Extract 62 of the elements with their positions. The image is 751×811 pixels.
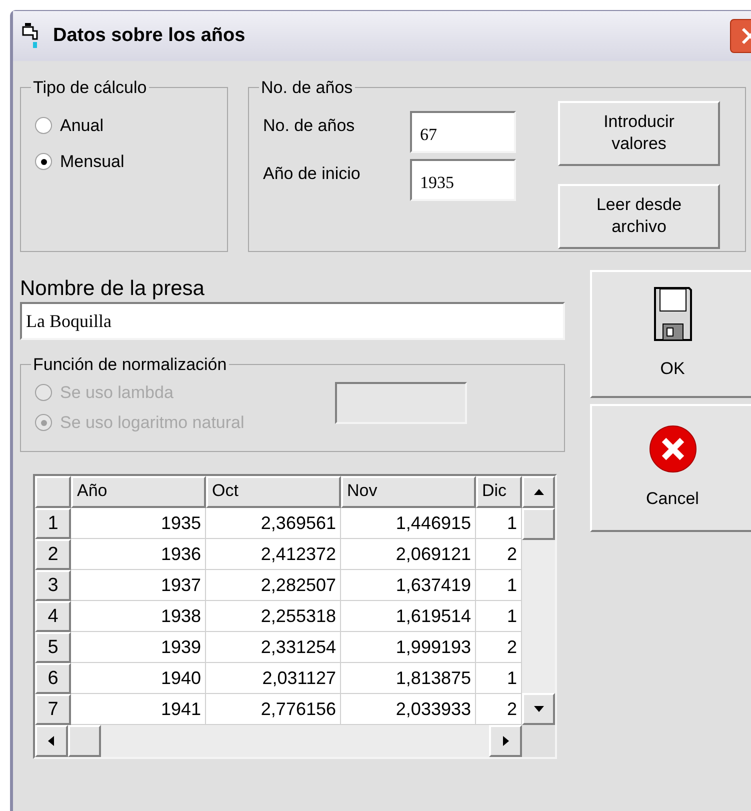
input-field[interactable]: 67 <box>410 110 516 152</box>
table-cell: 2,412372 <box>206 539 341 570</box>
scroll-thumb[interactable] <box>522 508 555 540</box>
column-header[interactable]: Nov <box>341 476 476 508</box>
row-header[interactable]: 3 <box>35 570 71 601</box>
row-header[interactable]: 6 <box>35 663 71 694</box>
scroll-up-button[interactable] <box>522 476 555 508</box>
radio-label: Anual <box>60 114 104 137</box>
action-button[interactable]: Leer desde archivo <box>558 184 720 248</box>
field-label: Año de inicio <box>263 162 362 184</box>
vertical-scrollbar[interactable] <box>522 476 555 725</box>
horizontal-scrollbar[interactable] <box>35 725 522 757</box>
input-field[interactable] <box>335 382 467 424</box>
field-label: No. de años <box>263 114 356 136</box>
ok-button[interactable]: OK <box>590 270 751 398</box>
table-cell: 1939 <box>71 632 206 663</box>
table-cell: 2,031127 <box>206 663 341 694</box>
action-button[interactable]: Introducir valores <box>558 100 720 166</box>
input-field[interactable]: 1935 <box>410 158 516 200</box>
input-field[interactable]: La Boquilla <box>20 302 565 340</box>
radio-button[interactable] <box>35 153 52 170</box>
group-label: Tipo de cálculo <box>32 77 148 99</box>
table-cell: 1938 <box>71 601 206 632</box>
scroll-thumb[interactable] <box>68 725 101 757</box>
table-cell: 2,282507 <box>206 570 341 601</box>
table-cell: 1937 <box>71 570 206 601</box>
radio-label: Mensual <box>60 150 124 173</box>
radio-button[interactable] <box>35 117 52 134</box>
table-cell: 2,069121 <box>341 539 476 570</box>
arrow-icon <box>532 487 544 497</box>
scroll-down-button[interactable] <box>522 693 555 725</box>
column-header[interactable]: Dic <box>476 476 522 508</box>
row-header[interactable]: 5 <box>35 632 71 663</box>
table-cell: 2,331254 <box>206 632 341 663</box>
row-header[interactable]: 7 <box>35 694 71 725</box>
table-cell: 1935 <box>71 508 206 539</box>
column-header[interactable]: Año <box>71 476 206 508</box>
column-header[interactable]: Oct <box>206 476 341 508</box>
row-header[interactable]: 1 <box>35 508 71 539</box>
table-cell: 1,619514 <box>341 601 476 632</box>
group-label: No. de años <box>260 77 354 99</box>
error-icon <box>648 424 698 474</box>
scroll-left-button[interactable] <box>35 725 68 757</box>
scroll-right-button[interactable] <box>489 725 522 757</box>
group-label: Función de normalización <box>32 354 228 376</box>
table-cell: 1940 <box>71 663 206 694</box>
table-cell: 1,446915 <box>341 508 476 539</box>
table-cell: 1,813875 <box>341 663 476 694</box>
table-cell: 1,999193 <box>341 632 476 663</box>
field-label: Nombre de la presa <box>20 276 206 302</box>
cancel-button[interactable]: Cancel <box>590 404 751 532</box>
radio-label: Se uso lambda <box>60 382 174 404</box>
row-header[interactable]: 2 <box>35 539 71 570</box>
table-cell: 1,637419 <box>341 570 476 601</box>
window-title: Datos sobre los años <box>53 24 246 48</box>
table-cell: 2,369561 <box>206 508 341 539</box>
table-cell: 1936 <box>71 539 206 570</box>
row-header[interactable]: 4 <box>35 601 71 632</box>
scrollbar-corner <box>522 725 555 757</box>
table-cell: 2,255318 <box>206 601 341 632</box>
arrow-icon <box>532 704 544 714</box>
radio-label: Se uso logaritmo natural <box>60 412 244 434</box>
